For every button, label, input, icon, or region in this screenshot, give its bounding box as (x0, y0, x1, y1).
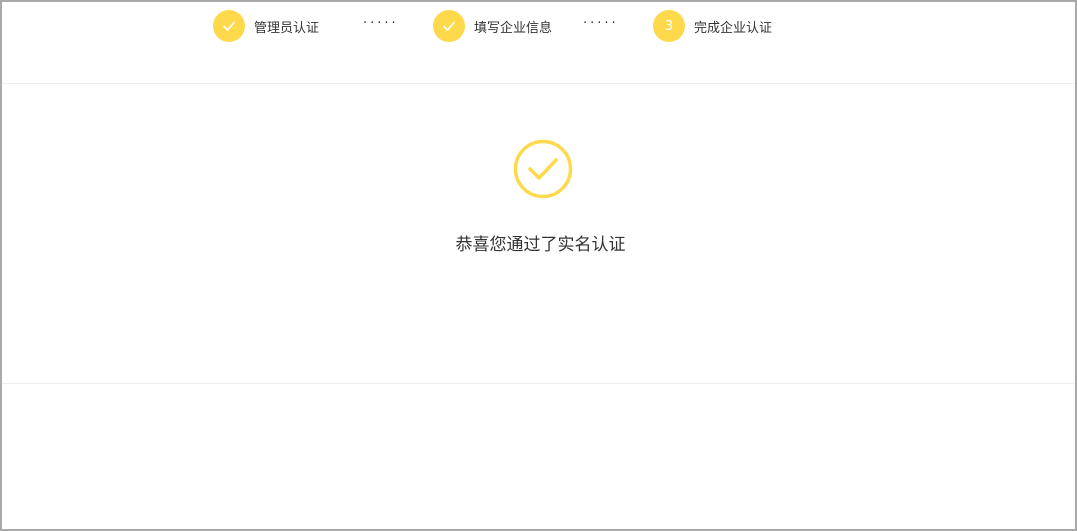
success-message: 恭喜您通过了实名认证 (455, 235, 626, 255)
step-separator-2: ····· (583, 16, 619, 31)
content-divider (2, 383, 1075, 384)
step-admin-verification: 管理员认证 (213, 9, 319, 43)
step-separator-1: ····· (363, 16, 399, 31)
step-3-label: 完成企业认证 (694, 20, 773, 36)
check-icon (223, 21, 235, 31)
page-frame: 管理员认证 ····· 填写企业信息 ····· 3 完成企业认证 恭喜您通过了… (0, 0, 1077, 531)
step-3-number-badge: 3 (653, 10, 685, 42)
step-1-label: 管理员认证 (254, 20, 320, 36)
header-divider (2, 83, 1075, 84)
step-1-done-icon (213, 10, 245, 42)
check-icon (443, 21, 455, 31)
check-circle-icon (513, 139, 573, 199)
step-complete-verification: 3 完成企业认证 (653, 9, 772, 43)
progress-stepper: 管理员认证 ····· 填写企业信息 ····· 3 完成企业认证 (2, 2, 1075, 52)
step-company-info: 填写企业信息 (433, 9, 552, 43)
step-2-label: 填写企业信息 (474, 20, 553, 36)
step-2-done-icon (433, 10, 465, 42)
